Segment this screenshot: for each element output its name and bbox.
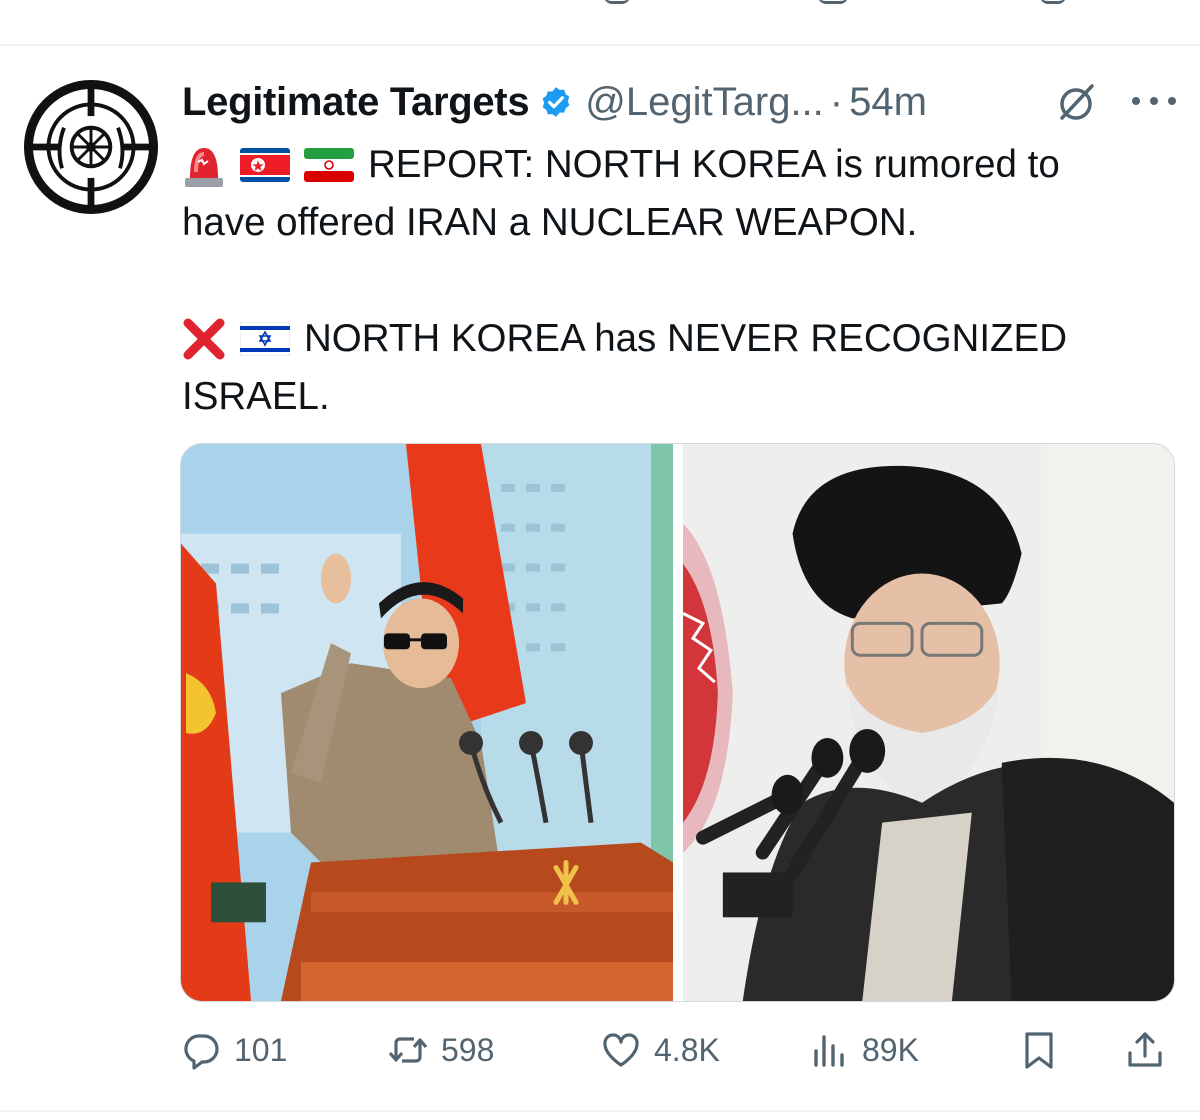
views-icon (814, 1035, 844, 1067)
separator-dot: · (829, 79, 844, 124)
verified-badge-icon (542, 87, 570, 117)
grok-icon[interactable] (1054, 80, 1098, 124)
user-handle[interactable]: @LegitTarg... (585, 80, 824, 125)
photo-cleric-microphones-image (683, 444, 1174, 1001)
bookmark-icon (1025, 1032, 1053, 1069)
reply-icon (184, 1034, 219, 1070)
like-button[interactable]: 4.8K (600, 1018, 720, 1082)
previous-like-icon[interactable] (604, 0, 630, 4)
photo-leader-podium-image (181, 444, 673, 1001)
tweet-text: REPORT: NORTH KOREA is rumored to have o… (182, 136, 1172, 426)
iran-flag-icon (304, 148, 354, 182)
heart-icon (603, 1033, 639, 1067)
bookmark-button[interactable] (1018, 1018, 1060, 1082)
previous-bookmark-icon[interactable] (1040, 0, 1066, 4)
reply-count: 101 (234, 1031, 288, 1068)
photo-cleric-microphones[interactable] (683, 444, 1174, 1001)
views-count: 89K (862, 1031, 919, 1068)
tweet-media[interactable] (180, 443, 1175, 1002)
more-icon[interactable] (1132, 86, 1176, 116)
views-button[interactable]: 89K (808, 1018, 919, 1082)
previous-views-icon[interactable] (818, 0, 848, 4)
cross-mark-icon (183, 318, 225, 360)
photo-leader-podium[interactable] (181, 444, 673, 1001)
tweet-line-text: ISRAEL. (182, 375, 330, 418)
retweet-icon (388, 1037, 428, 1063)
share-button[interactable] (1124, 1018, 1166, 1082)
display-name[interactable]: Legitimate Targets (182, 80, 530, 125)
reply-button[interactable]: 101 (180, 1018, 287, 1082)
siren-icon (185, 148, 223, 187)
israel-flag-icon (240, 322, 290, 356)
tweet-line-text: NORTH KOREA has NEVER RECOGNIZED (304, 317, 1068, 360)
tweet-header: Legitimate Targets @LegitTarg... · 54m (182, 74, 1182, 130)
like-count: 4.8K (654, 1031, 720, 1068)
crosshair-wheel-logo-icon (33, 89, 149, 205)
tweet-line-2: have offered IRAN a NUCLEAR WEAPON. (182, 194, 1172, 252)
tweet-divider-bottom (0, 1110, 1200, 1112)
tweet-divider (0, 44, 1200, 46)
north-korea-flag-icon (240, 148, 290, 182)
avatar[interactable] (24, 80, 158, 214)
share-icon (1128, 1032, 1162, 1067)
tweet-line-3: NORTH KOREA has NEVER RECOGNIZED (182, 310, 1172, 368)
tweet-line-text: have offered IRAN a NUCLEAR WEAPON. (182, 201, 918, 244)
timestamp[interactable]: 54m (849, 80, 927, 125)
tweet-line-1: REPORT: NORTH KOREA is rumored to (182, 136, 1172, 194)
previous-tweet-actions (0, 0, 1200, 44)
retweet-count: 598 (441, 1031, 495, 1068)
tweet-line-4: ISRAEL. (182, 368, 1172, 426)
tweet-actions: 101 598 4.8K 89K (180, 1018, 1170, 1082)
tweet-line-text: REPORT: NORTH KOREA is rumored to (368, 143, 1060, 186)
retweet-button[interactable]: 598 (387, 1018, 494, 1082)
